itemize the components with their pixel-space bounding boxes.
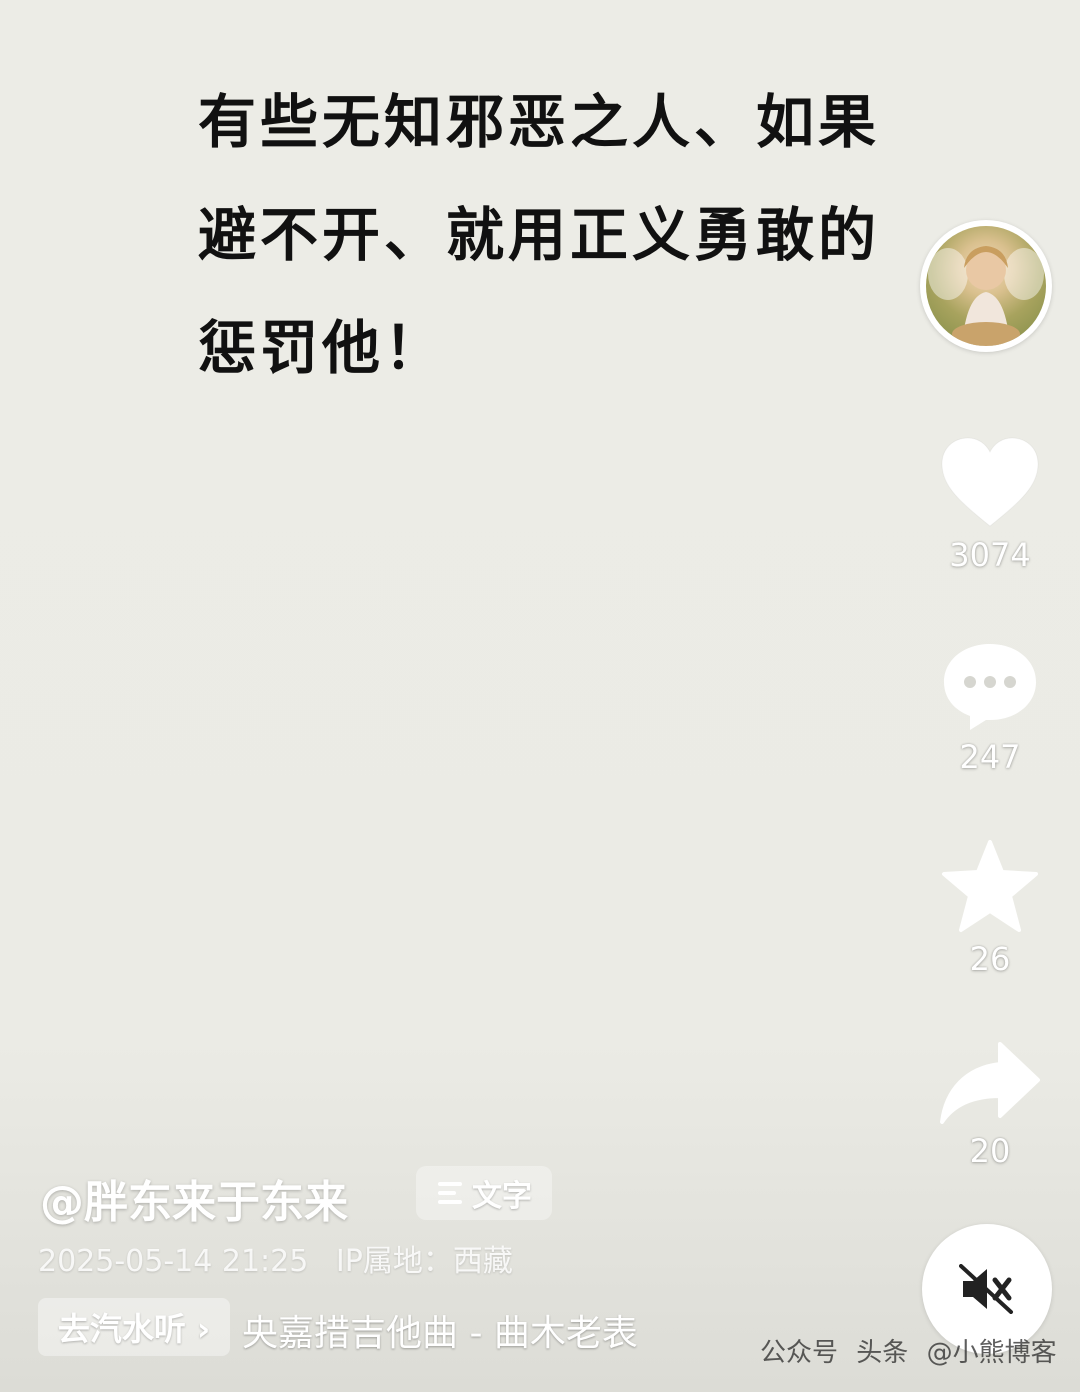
post-text: 有些无知邪恶之人、如果 避不开、就用正义勇敢的 惩罚他！ <box>198 66 898 405</box>
post-line-3: 惩罚他！ <box>198 314 447 382</box>
like-count: 3074 <box>949 536 1031 574</box>
share-count: 20 <box>969 1132 1011 1170</box>
star-icon <box>942 840 1038 932</box>
text-lines-icon <box>438 1182 462 1204</box>
share-action[interactable]: 20 <box>930 1040 1050 1170</box>
comment-action[interactable]: 247 <box>930 640 1050 776</box>
share-arrow-icon <box>940 1042 1040 1124</box>
heart-icon <box>941 437 1039 527</box>
watermark-source-2: 头条 <box>856 1338 909 1368</box>
post-date: 2025-05-14 21:25 <box>38 1244 309 1279</box>
watermark-source-3: @小熊博客 <box>926 1338 1057 1368</box>
author-avatar[interactable] <box>920 220 1052 352</box>
watermark: 公众号 头条 @小熊博客 <box>760 1332 1067 1369</box>
text-badge-label: 文字 <box>472 1179 532 1214</box>
music-source-button[interactable]: 去汽水听 › <box>38 1298 230 1356</box>
comment-count: 247 <box>959 738 1021 776</box>
text-mode-badge[interactable]: 文字 <box>416 1166 552 1220</box>
ip-location: IP属地：西藏 <box>335 1244 513 1279</box>
post-line-2: 避不开、就用正义勇敢的 <box>198 201 881 269</box>
avatar-image <box>926 226 1046 346</box>
music-title[interactable]: 央嘉措吉他曲 - 曲木老表 <box>242 1304 638 1356</box>
post-line-1: 有些无知邪恶之人、如果 <box>198 88 881 156</box>
author-username[interactable]: @胖东来于东来 <box>40 1166 348 1230</box>
speaker-muted-icon <box>959 1264 1013 1314</box>
comment-icon <box>944 644 1036 730</box>
favorite-count: 26 <box>969 940 1011 978</box>
watermark-source-1: 公众号 <box>760 1338 839 1368</box>
favorite-action[interactable]: 26 <box>930 838 1050 978</box>
like-action[interactable]: 3074 <box>930 436 1050 574</box>
post-meta: 2025-05-14 21:25 IP属地：西藏 <box>38 1236 531 1280</box>
